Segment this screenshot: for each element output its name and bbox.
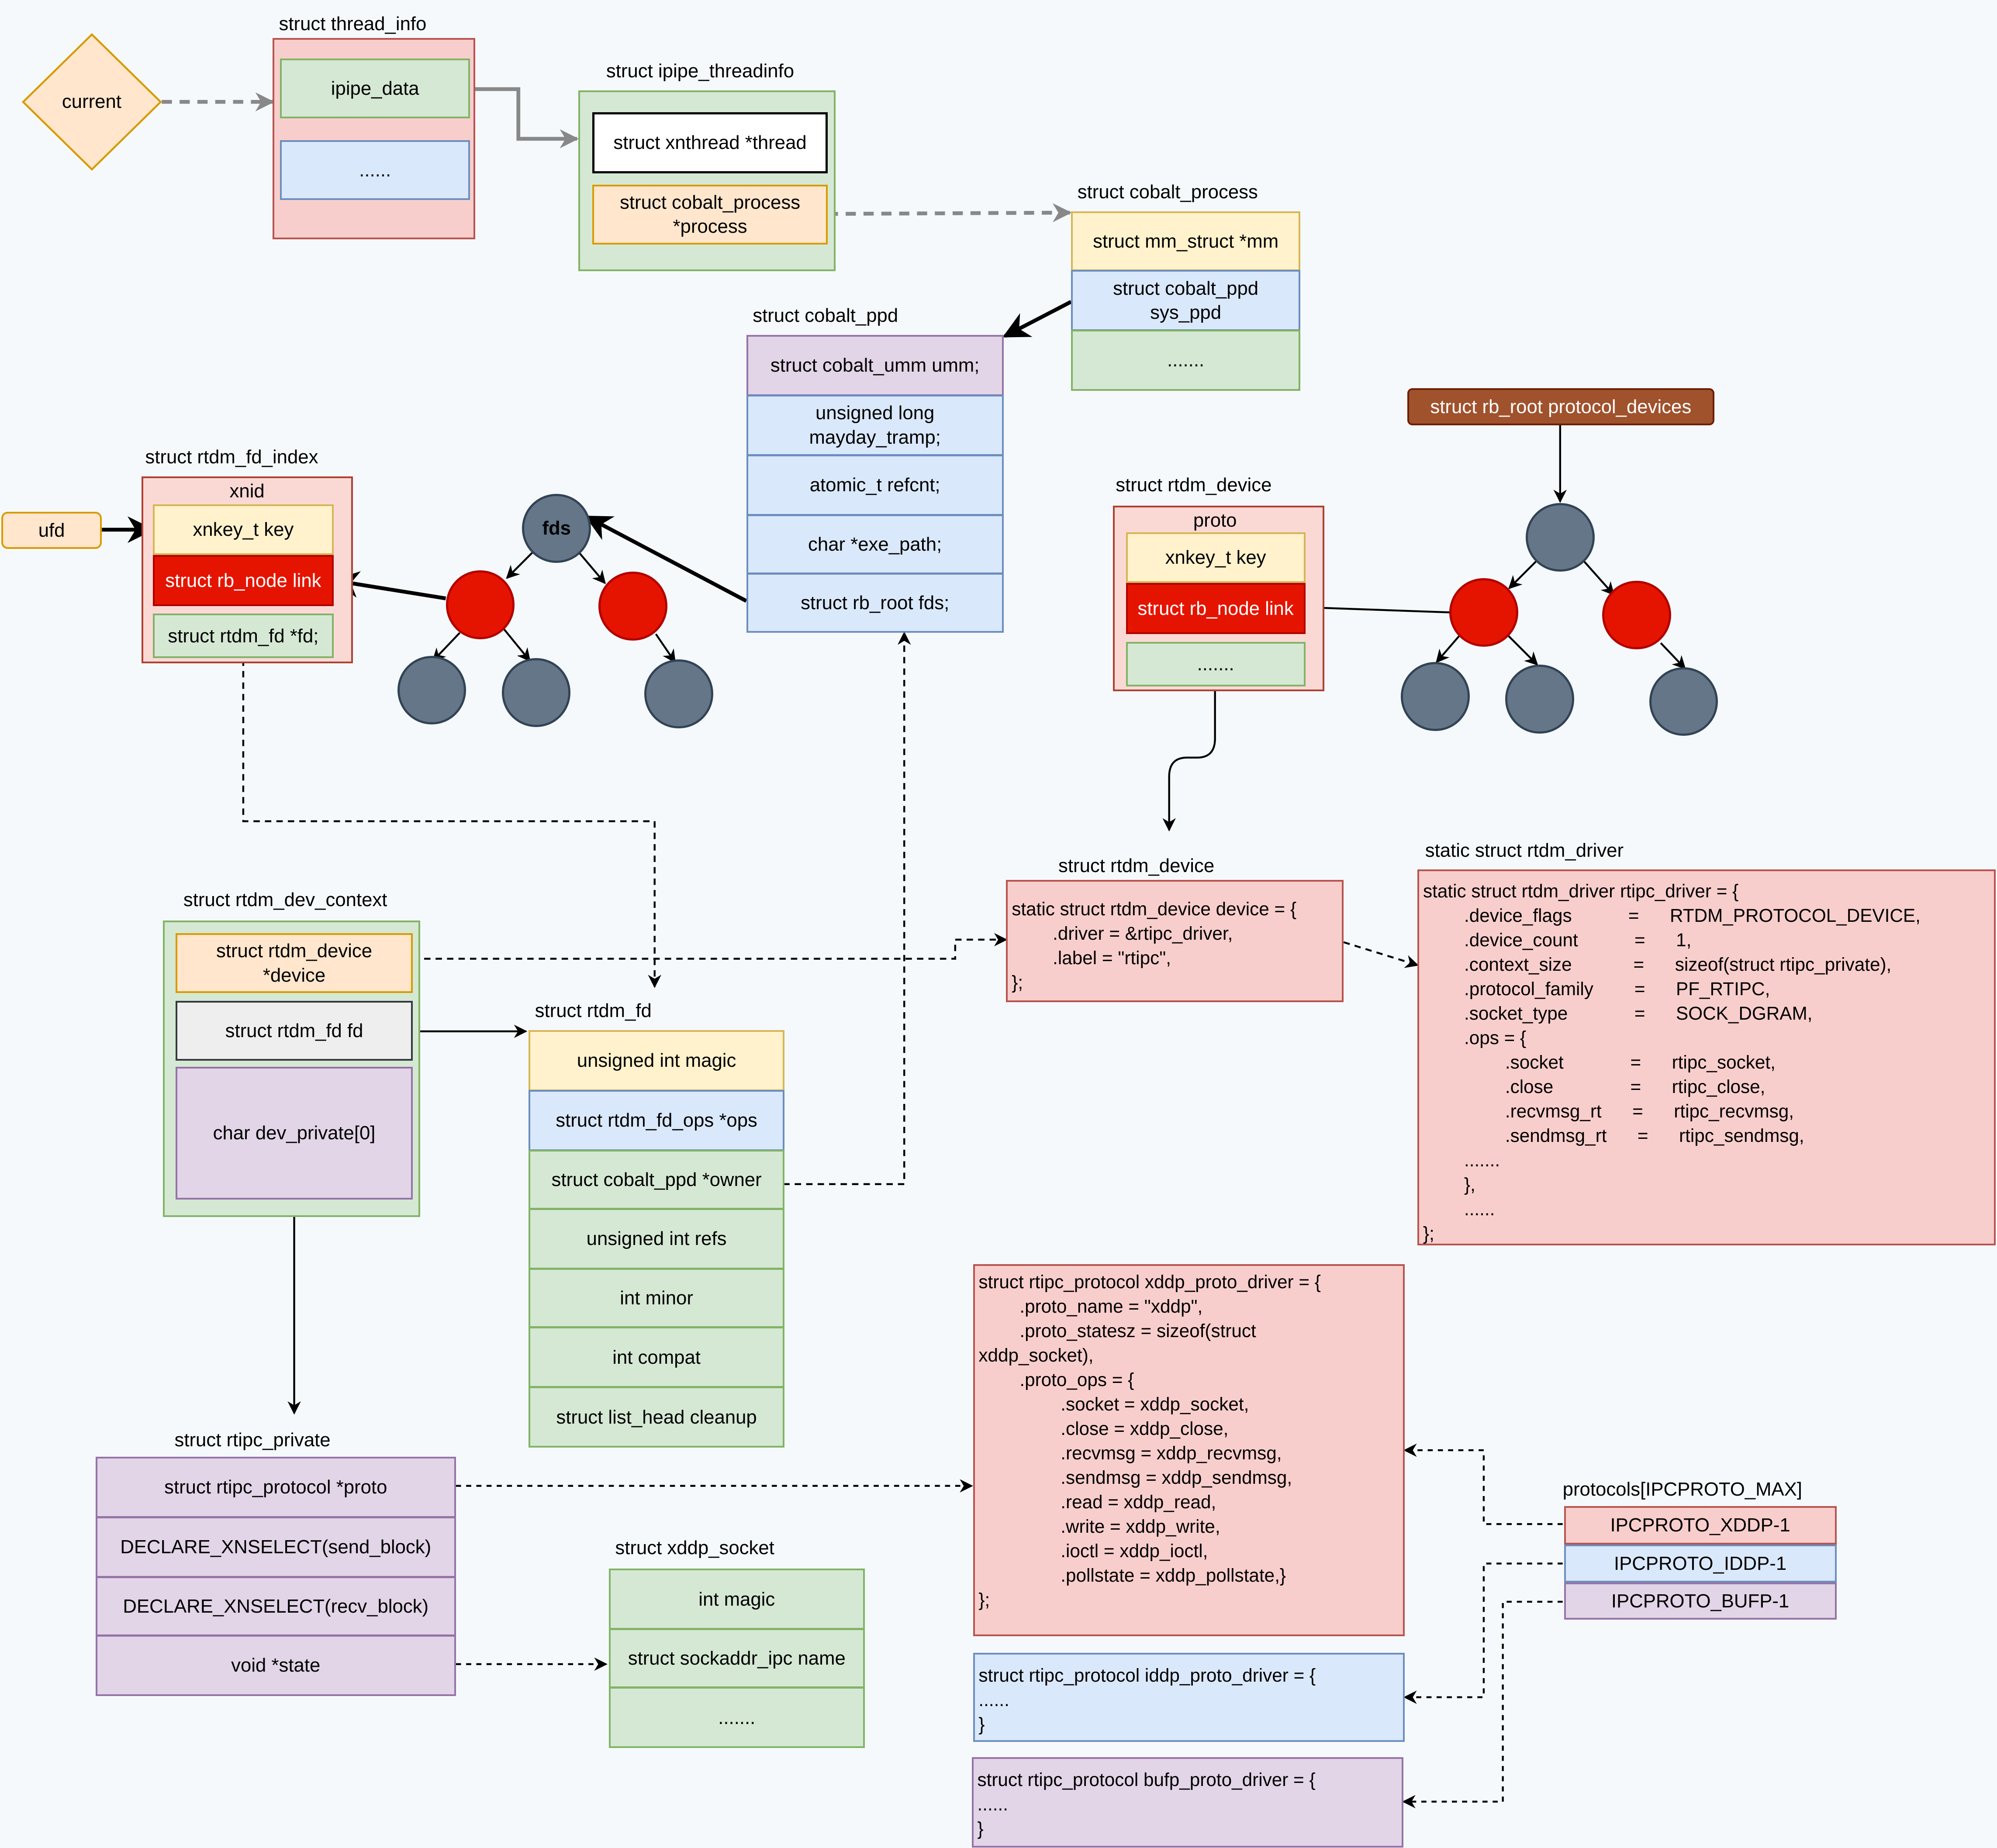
field-device-ptr[interactable]: struct rtdm_device *device bbox=[176, 933, 413, 993]
field-magic[interactable]: unsigned int magic bbox=[529, 1030, 785, 1091]
rtipc-private-title: struct rtipc_private bbox=[174, 1429, 331, 1451]
rtdm-device-def-code: static struct rtdm_device device = { .dr… bbox=[1006, 879, 1344, 1002]
arrow-rbnode-to-proto-link bbox=[1305, 601, 1451, 615]
field-recv-block[interactable]: DECLARE_XNSELECT(recv_block) bbox=[95, 1576, 456, 1636]
fds-tree-black-node[interactable] bbox=[501, 658, 571, 727]
xnid-label: xnid bbox=[229, 480, 265, 502]
iddp-proto-driver-code: struct rtipc_protocol iddp_proto_driver … bbox=[973, 1652, 1405, 1742]
pd-tree-red-node[interactable] bbox=[1449, 578, 1518, 647]
field-state[interactable]: void *state bbox=[95, 1634, 456, 1696]
cobalt-process-title: struct cobalt_process bbox=[1077, 181, 1258, 203]
field-umm[interactable]: struct cobalt_umm umm; bbox=[746, 334, 1004, 396]
xddp-socket-title: struct xddp_socket bbox=[615, 1537, 774, 1559]
bufp-proto-driver-code: struct rtipc_protocol bufp_proto_driver … bbox=[971, 1757, 1404, 1848]
field-refs[interactable]: unsigned int refs bbox=[529, 1208, 785, 1270]
arrow-ipipe-data-to-threadinfo bbox=[470, 87, 579, 148]
field-proto-key[interactable]: xnkey_t key bbox=[1126, 532, 1306, 583]
field-fd-index-fd[interactable]: struct rtdm_fd *fd; bbox=[152, 614, 334, 659]
field-mayday-tramp[interactable]: unsigned long mayday_tramp; bbox=[746, 394, 1004, 456]
fd-index-title: struct rtdm_fd_index bbox=[145, 446, 318, 468]
field-dev-private[interactable]: char dev_private[0] bbox=[176, 1067, 413, 1200]
field-ops[interactable]: struct rtdm_fd_ops *ops bbox=[529, 1089, 785, 1151]
arrow-bufp-entry-to-driver bbox=[1402, 1600, 1563, 1809]
field-thread-info-more[interactable]: ...... bbox=[280, 140, 470, 200]
field-owner[interactable]: struct cobalt_ppd *owner bbox=[529, 1149, 785, 1210]
pd-tree-root-node[interactable] bbox=[1526, 503, 1595, 572]
arrow-iddp-entry-to-driver bbox=[1403, 1562, 1563, 1704]
arrow-xddp-entry-to-driver bbox=[1403, 1443, 1563, 1525]
arrow-process-to-cobalt-process bbox=[828, 203, 1072, 223]
field-fds-root[interactable]: struct rb_root fds; bbox=[746, 573, 1004, 633]
fds-tree-black-node[interactable] bbox=[644, 659, 713, 728]
field-compat[interactable]: int compat bbox=[529, 1327, 785, 1388]
cobalt-ppd-title: struct cobalt_ppd bbox=[753, 304, 898, 326]
field-cleanup[interactable]: struct list_head cleanup bbox=[529, 1386, 785, 1448]
field-exe-path[interactable]: char *exe_path; bbox=[746, 514, 1004, 574]
field-cobalt-process-more[interactable]: ....... bbox=[1071, 330, 1301, 391]
field-rtdm-fd[interactable]: struct rtdm_fd fd bbox=[176, 1000, 413, 1061]
field-xddp-more[interactable]: ....... bbox=[608, 1687, 865, 1748]
rtdm-driver-title: static struct rtdm_driver bbox=[1425, 839, 1624, 861]
pd-tree-red-node[interactable] bbox=[1602, 580, 1671, 650]
field-refcnt[interactable]: atomic_t refcnt; bbox=[746, 454, 1004, 516]
protocol-entry-bufp[interactable]: IPCPROTO_BUFP-1 bbox=[1564, 1583, 1837, 1620]
field-mm[interactable]: struct mm_struct *mm bbox=[1071, 211, 1301, 272]
field-fd-index-link[interactable]: struct rb_node link bbox=[152, 555, 334, 606]
field-proto-more[interactable]: ....... bbox=[1126, 641, 1306, 686]
protocol-entry-xddp[interactable]: IPCPROTO_XDDP-1 bbox=[1564, 1506, 1837, 1545]
field-xnthread[interactable]: struct xnthread *thread bbox=[592, 112, 828, 173]
ufd-node[interactable]: ufd bbox=[1, 512, 102, 549]
protocol-devices-root[interactable]: struct rb_root protocol_devices bbox=[1407, 388, 1714, 425]
rtdm-device-def-title: struct rtdm_device bbox=[1058, 855, 1215, 876]
rtdm-fd-title: struct rtdm_fd bbox=[535, 1000, 652, 1021]
proto-label: proto bbox=[1193, 510, 1237, 531]
pd-tree-black-node[interactable] bbox=[1649, 667, 1718, 736]
arrow-owner-to-cobalt-ppd bbox=[783, 631, 911, 1185]
rtdm-driver-code: static struct rtdm_driver rtipc_driver =… bbox=[1417, 869, 1996, 1245]
arrow-sys-ppd-to-cobalt-ppd bbox=[1002, 300, 1072, 338]
fds-tree-black-node[interactable] bbox=[397, 655, 466, 725]
field-xddp-name[interactable]: struct sockaddr_ipc name bbox=[608, 1628, 865, 1689]
xddp-proto-driver-code: struct rtipc_protocol xddp_proto_driver … bbox=[973, 1264, 1405, 1636]
field-proto-link[interactable]: struct rb_node link bbox=[1126, 583, 1306, 634]
field-ipipe-data[interactable]: ipipe_data bbox=[280, 59, 470, 119]
arrow-proto-to-device-def bbox=[1162, 685, 1216, 832]
thread-info-title: struct thread_info bbox=[279, 13, 427, 35]
fds-tree-red-node[interactable] bbox=[598, 572, 667, 641]
field-xddp-magic[interactable]: int magic bbox=[608, 1569, 865, 1630]
current-label: current bbox=[62, 91, 121, 113]
dev-context-title: struct rtdm_dev_context bbox=[183, 889, 387, 911]
arrow-device-ptr-to-device-def bbox=[412, 933, 1008, 960]
field-minor[interactable]: int minor bbox=[529, 1268, 785, 1328]
field-send-block[interactable]: DECLARE_XNSELECT(send_block) bbox=[95, 1516, 456, 1578]
field-cobalt-process-ptr[interactable]: struct cobalt_process *process bbox=[592, 184, 828, 245]
field-fd-index-key[interactable]: xnkey_t key bbox=[152, 504, 334, 555]
ipipe-threadinfo-title: struct ipipe_threadinfo bbox=[606, 60, 795, 82]
protocols-title: protocols[IPCPROTO_MAX] bbox=[1562, 1479, 1802, 1500]
diagram-canvas: current struct thread_info ipipe_data ..… bbox=[0, 0, 1997, 1848]
fds-tree-red-node[interactable] bbox=[446, 570, 515, 639]
field-sys-ppd[interactable]: struct cobalt_ppd sys_ppd bbox=[1071, 270, 1301, 331]
arrow-device-def-to-driver bbox=[1343, 941, 1419, 968]
rtdm-device-proto-title: struct rtdm_device bbox=[1116, 474, 1272, 496]
pd-tree-black-node[interactable] bbox=[1401, 662, 1470, 731]
protocol-entry-iddp[interactable]: IPCPROTO_IDDP-1 bbox=[1564, 1544, 1837, 1583]
field-proto-ptr[interactable]: struct rtipc_protocol *proto bbox=[95, 1456, 456, 1518]
pd-tree-black-node[interactable] bbox=[1505, 665, 1574, 734]
fds-tree-root-node[interactable]: fds bbox=[522, 494, 591, 563]
